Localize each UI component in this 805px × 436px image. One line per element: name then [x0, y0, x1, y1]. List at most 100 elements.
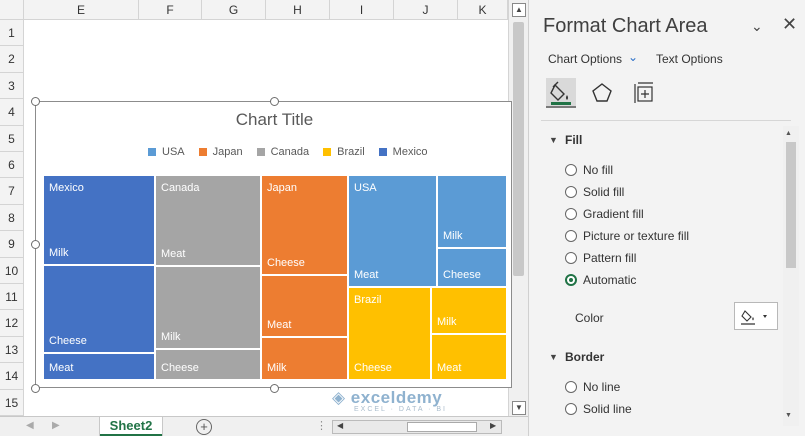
sheet-tab-sheet2[interactable]: Sheet2	[100, 417, 162, 436]
horizontal-scrollbar[interactable]: ◀ ▶	[332, 420, 502, 434]
add-sheet-icon[interactable]: +	[196, 419, 212, 435]
treemap-tile[interactable]: Meat	[43, 353, 155, 380]
fill-radio[interactable]	[565, 208, 577, 220]
row-header-4[interactable]: 4	[0, 99, 24, 126]
treemap-tile[interactable]: Brazil Cheese	[348, 287, 431, 380]
border-radio[interactable]	[565, 381, 577, 393]
resize-handle-top[interactable]	[270, 97, 279, 106]
chevron-down-icon[interactable]: ⌄	[628, 50, 638, 64]
next-sheet-icon[interactable]: ▶	[52, 420, 60, 431]
pane-scroll-down-icon[interactable]: ▼	[785, 412, 792, 419]
row-header-6[interactable]: 6	[0, 152, 24, 179]
border-option-label[interactable]: Solid line	[583, 402, 632, 416]
row-header-11[interactable]: 11	[0, 284, 24, 311]
treemap-group-label: Japan	[267, 182, 297, 194]
fill-radio[interactable]	[565, 164, 577, 176]
resize-handle-top-left[interactable]	[31, 97, 40, 106]
treemap-tile[interactable]: USA Meat	[348, 175, 437, 287]
column-header-e[interactable]: E	[24, 0, 139, 20]
close-icon[interactable]: ✕	[782, 14, 797, 35]
fill-option-label[interactable]: Solid fill	[583, 185, 624, 199]
row-header-14[interactable]: 14	[0, 363, 24, 390]
treemap-item-label: Meat	[161, 248, 186, 260]
format-chart-area-pane: Format Chart Area ⌄ ✕ Chart Options ⌄ Te…	[528, 0, 805, 436]
text-options-tab[interactable]: Text Options	[656, 52, 723, 66]
resize-handle-left[interactable]	[31, 240, 40, 249]
treemap-tile[interactable]: Milk	[437, 175, 507, 248]
treemap-tile[interactable]: Cheese	[155, 349, 261, 380]
scroll-left-arrow-icon[interactable]: ◀	[337, 421, 343, 430]
select-all-corner[interactable]	[0, 0, 24, 20]
column-header-j[interactable]: J	[394, 0, 458, 20]
scroll-down-arrow-icon[interactable]: ▼	[512, 401, 526, 415]
row-header-5[interactable]: 5	[0, 125, 24, 152]
treemap-tile[interactable]: Cheese	[437, 248, 507, 287]
fill-option-label[interactable]: Gradient fill	[583, 207, 644, 221]
prev-sheet-icon[interactable]: ◀	[26, 420, 34, 431]
exceldemy-watermark: ◈ exceldemy EXCEL · DATA · BI	[332, 388, 447, 413]
border-section-header[interactable]: Border	[565, 350, 604, 364]
fill-option-label[interactable]: No fill	[583, 163, 613, 177]
treemap-item-label: Milk	[443, 230, 463, 242]
treemap-tile[interactable]: Milk	[155, 266, 261, 349]
fill-line-icon[interactable]	[546, 78, 576, 108]
effects-pentagon-icon[interactable]	[587, 78, 617, 108]
row-header-15[interactable]: 15	[0, 389, 24, 416]
border-radio[interactable]	[565, 403, 577, 415]
fill-radio[interactable]	[565, 230, 577, 242]
row-header-1[interactable]: 1	[0, 20, 24, 47]
pane-scrollbar[interactable]: ▲ ▼	[783, 126, 799, 426]
treemap-tile[interactable]: Meat	[431, 334, 507, 380]
size-properties-icon[interactable]	[630, 78, 660, 108]
column-header-g[interactable]: G	[202, 0, 266, 20]
row-header-8[interactable]: 8	[0, 204, 24, 232]
fill-radio[interactable]	[565, 252, 577, 264]
treemap-tile[interactable]: Meat	[261, 275, 348, 337]
fill-color-picker-button[interactable]	[734, 302, 778, 330]
treemap-tile[interactable]: Milk	[261, 337, 348, 380]
excel-window: { "sheet": { "columns": ["E", "F", "G", …	[0, 0, 805, 436]
fill-option-label[interactable]: Pattern fill	[583, 251, 636, 265]
scroll-right-arrow-icon[interactable]: ▶	[490, 421, 496, 430]
fill-option-label[interactable]: Picture or texture fill	[583, 229, 689, 243]
row-header-9[interactable]: 9	[0, 231, 24, 258]
chart-options-tab[interactable]: Chart Options	[548, 52, 622, 66]
treemap-group-label: USA	[354, 182, 377, 194]
row-header-3[interactable]: 3	[0, 72, 24, 100]
treemap-tile[interactable]: Canada Meat	[155, 175, 261, 266]
treemap-tile[interactable]: Mexico Milk	[43, 175, 155, 265]
row-header-10[interactable]: 10	[0, 257, 24, 284]
collapse-chevron-icon[interactable]: ▼	[549, 135, 558, 145]
treemap-item-label: Milk	[267, 362, 287, 374]
pane-options-chevron-icon[interactable]: ⌄	[751, 18, 763, 35]
row-header-13[interactable]: 13	[0, 336, 24, 364]
treemap-chart[interactable]: Chart Title USA Japan Canada Brazil Mexico M…	[35, 101, 512, 388]
fill-section-header[interactable]: Fill	[565, 133, 582, 147]
column-header-k[interactable]: K	[458, 0, 508, 20]
hscroll-thumb[interactable]	[407, 422, 477, 432]
treemap-plot-area[interactable]: Mexico Milk Cheese Meat Canada Meat Milk Cheese…	[36, 102, 513, 389]
row-header-12[interactable]: 12	[0, 310, 24, 337]
treemap-group-label: Brazil	[354, 294, 382, 306]
fill-radio[interactable]	[565, 186, 577, 198]
pane-scroll-thumb[interactable]	[786, 142, 796, 268]
scroll-up-arrow-icon[interactable]: ▲	[512, 3, 526, 17]
column-header-h[interactable]: H	[266, 0, 330, 20]
treemap-tile[interactable]: Japan Cheese	[261, 175, 348, 275]
resize-handle-bottom-left[interactable]	[31, 384, 40, 393]
treemap-item-label: Cheese	[161, 362, 199, 374]
fill-radio[interactable]	[565, 274, 577, 286]
treemap-tile[interactable]: Milk	[431, 287, 507, 334]
fill-option-label[interactable]: Automatic	[583, 273, 636, 287]
pane-scroll-up-icon[interactable]: ▲	[785, 130, 792, 137]
column-header-i[interactable]: I	[330, 0, 394, 20]
border-option-label[interactable]: No line	[583, 380, 620, 394]
resize-handle-bottom[interactable]	[270, 384, 279, 393]
collapse-chevron-icon[interactable]: ▼	[549, 352, 558, 362]
sheet-tab-bar: ◀ ▶ Sheet2 + ⋮ ◀ ▶	[0, 416, 528, 436]
column-header-f[interactable]: F	[139, 0, 202, 20]
row-header-7[interactable]: 7	[0, 178, 24, 205]
row-header-2[interactable]: 2	[0, 46, 24, 73]
scroll-thumb[interactable]	[513, 22, 524, 276]
treemap-tile[interactable]: Cheese	[43, 265, 155, 353]
